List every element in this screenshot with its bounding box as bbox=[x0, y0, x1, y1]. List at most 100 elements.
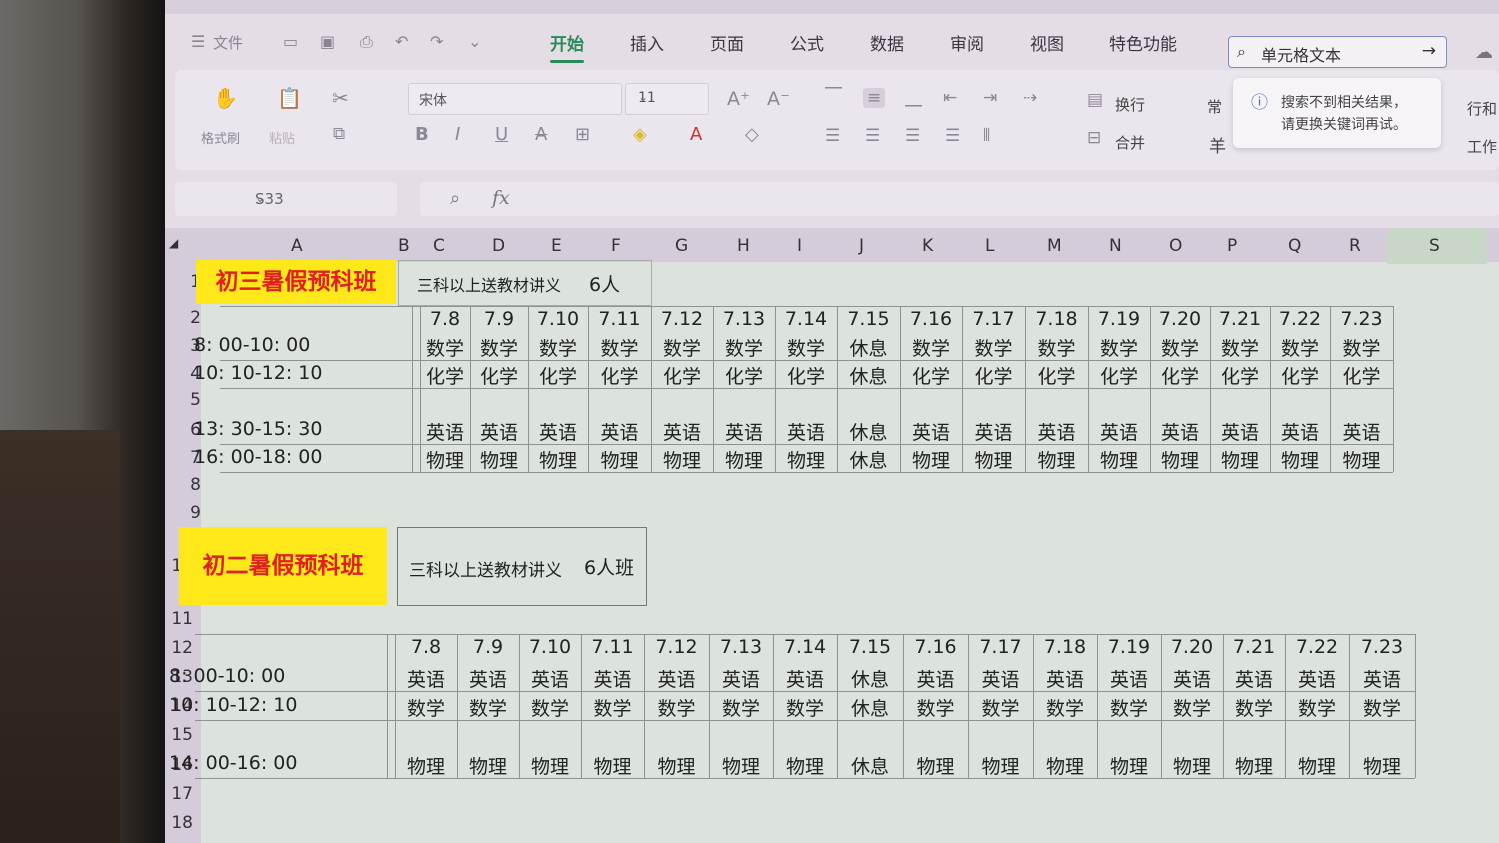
bold-icon[interactable]: B bbox=[415, 124, 429, 145]
subject-cell[interactable]: 物理 bbox=[1097, 446, 1141, 473]
column-header-S[interactable]: S bbox=[1429, 236, 1440, 256]
subject-cell[interactable]: 英语 bbox=[1170, 665, 1214, 692]
subject-cell[interactable]: 英语 bbox=[979, 665, 1023, 692]
underline-icon[interactable]: U bbox=[495, 124, 508, 145]
subject-cell[interactable]: 数学 bbox=[598, 334, 642, 361]
currency-label[interactable]: 羊 bbox=[1209, 132, 1226, 157]
subject-cell[interactable]: 数学 bbox=[979, 694, 1023, 721]
subject-cell[interactable]: 数学 bbox=[655, 694, 699, 721]
subject-cell[interactable]: 化学 bbox=[1035, 362, 1079, 389]
subject-cell[interactable]: 数学 bbox=[719, 694, 763, 721]
subject-cell[interactable]: 数学 bbox=[1232, 694, 1276, 721]
subject-cell[interactable]: 英语 bbox=[784, 418, 828, 445]
block1-size[interactable]: 6人 bbox=[589, 270, 620, 297]
subject-cell[interactable]: 英语 bbox=[909, 418, 953, 445]
subject-cell[interactable]: 化学 bbox=[1218, 362, 1262, 389]
date-cell[interactable]: 7.15 bbox=[847, 308, 891, 330]
subject-cell[interactable]: 英语 bbox=[1340, 418, 1384, 445]
row-header-9[interactable]: 9 bbox=[165, 503, 201, 523]
date-cell[interactable]: 7.9 bbox=[477, 308, 521, 330]
subject-cell[interactable]: 英语 bbox=[1107, 665, 1151, 692]
subject-cell[interactable]: 英语 bbox=[1218, 418, 1262, 445]
subject-cell[interactable]: 物理 bbox=[914, 752, 958, 779]
date-cell[interactable]: 7.11 bbox=[591, 636, 635, 658]
date-cell[interactable]: 7.22 bbox=[1278, 308, 1322, 330]
wrap-text-label[interactable]: 换行 bbox=[1115, 94, 1145, 115]
subject-cell[interactable]: 物理 bbox=[979, 752, 1023, 779]
column-header-Q[interactable]: Q bbox=[1288, 236, 1301, 256]
column-header-O[interactable]: O bbox=[1169, 236, 1182, 256]
more-chevron-icon[interactable]: ⌄ bbox=[468, 32, 481, 51]
subject-cell[interactable]: 物理 bbox=[655, 752, 699, 779]
subject-cell[interactable]: 英语 bbox=[1232, 665, 1276, 692]
subject-cell[interactable]: 数学 bbox=[784, 334, 828, 361]
subject-cell[interactable]: 数学 bbox=[1360, 694, 1404, 721]
subject-cell[interactable]: 英语 bbox=[598, 418, 642, 445]
subject-cell[interactable]: 物理 bbox=[1360, 752, 1404, 779]
subject-cell[interactable]: 数学 bbox=[1170, 694, 1214, 721]
subject-cell[interactable]: 化学 bbox=[784, 362, 828, 389]
date-cell[interactable]: 7.10 bbox=[536, 308, 580, 330]
subject-cell[interactable]: 数学 bbox=[536, 334, 580, 361]
font-name-select[interactable]: 宋体 ⌄ bbox=[408, 83, 622, 115]
subject-cell[interactable]: 物理 bbox=[660, 446, 704, 473]
subject-cell[interactable]: 化学 bbox=[909, 362, 953, 389]
subject-cell[interactable]: 休息 bbox=[847, 418, 891, 445]
subject-cell[interactable]: 物理 bbox=[1340, 446, 1384, 473]
subject-cell[interactable]: 休息 bbox=[847, 334, 891, 361]
subject-cell[interactable]: 英语 bbox=[528, 665, 572, 692]
subject-cell[interactable]: 英语 bbox=[1043, 665, 1087, 692]
column-header-N[interactable]: N bbox=[1109, 236, 1122, 256]
select-all-corner[interactable]: ◢ bbox=[169, 236, 178, 250]
subject-cell[interactable]: 数学 bbox=[1158, 334, 1202, 361]
date-cell[interactable]: 7.12 bbox=[660, 308, 704, 330]
subject-cell[interactable]: 英语 bbox=[719, 665, 763, 692]
column-header-F[interactable]: F bbox=[611, 236, 621, 256]
date-cell[interactable]: 7.20 bbox=[1170, 636, 1214, 658]
tab-insert[interactable]: 插入 bbox=[630, 30, 664, 55]
subject-cell[interactable]: 物理 bbox=[1232, 752, 1276, 779]
subject-cell[interactable]: 英语 bbox=[1035, 418, 1079, 445]
column-header-B[interactable]: B bbox=[398, 236, 410, 256]
tab-review[interactable]: 审阅 bbox=[950, 30, 984, 55]
date-cell[interactable]: 7.15 bbox=[848, 636, 892, 658]
block2-title-banner[interactable]: 初二暑假预科班 bbox=[179, 527, 387, 605]
redo-icon[interactable]: ↷ bbox=[430, 32, 443, 51]
date-cell[interactable]: 7.18 bbox=[1043, 636, 1087, 658]
decrease-font-icon[interactable]: A⁻ bbox=[767, 88, 790, 110]
align-right-icon[interactable]: ☰ bbox=[905, 126, 920, 146]
subject-cell[interactable]: 物理 bbox=[783, 752, 827, 779]
rows-cols-label[interactable]: 行和 bbox=[1467, 98, 1497, 119]
cloud-icon[interactable]: ☁ bbox=[1475, 42, 1493, 63]
subject-cell[interactable]: 数学 bbox=[591, 694, 635, 721]
column-header-M[interactable]: M bbox=[1047, 236, 1062, 256]
column-header-J[interactable]: J bbox=[859, 236, 864, 256]
subject-cell[interactable]: 化学 bbox=[536, 362, 580, 389]
date-cell[interactable]: 7.14 bbox=[784, 308, 828, 330]
tab-home[interactable]: 开始 bbox=[550, 30, 584, 63]
format-painter-icon[interactable]: ✋ bbox=[213, 86, 238, 110]
subject-cell[interactable]: 英语 bbox=[914, 665, 958, 692]
align-bottom-icon[interactable]: ⎽ bbox=[905, 88, 922, 108]
column-header-D[interactable]: D bbox=[492, 236, 505, 256]
subject-cell[interactable]: 数学 bbox=[1218, 334, 1262, 361]
time-slot-cell[interactable]: 14: 00-16: 00 bbox=[169, 752, 297, 774]
date-cell[interactable]: 7.12 bbox=[655, 636, 699, 658]
fill-color-icon[interactable]: ◈ bbox=[633, 124, 647, 145]
date-cell[interactable]: 7.17 bbox=[972, 308, 1016, 330]
subject-cell[interactable]: 英语 bbox=[423, 418, 467, 445]
subject-cell[interactable]: 物理 bbox=[598, 446, 642, 473]
worksheet-label[interactable]: 工作 bbox=[1467, 136, 1497, 157]
row-header-5[interactable]: 5 bbox=[165, 390, 201, 410]
merge-cells-label[interactable]: 合并 bbox=[1115, 132, 1145, 153]
subject-cell[interactable]: 化学 bbox=[972, 362, 1016, 389]
subject-cell[interactable]: 数学 bbox=[404, 694, 448, 721]
subject-cell[interactable]: 化学 bbox=[1340, 362, 1384, 389]
row-header-2[interactable]: 2 bbox=[165, 308, 201, 328]
tab-page[interactable]: 页面 bbox=[710, 30, 744, 55]
wrap-text-icon[interactable]: ▤ bbox=[1087, 90, 1103, 110]
time-slot-cell[interactable]: 10: 10-12: 10 bbox=[194, 362, 322, 384]
block2-size[interactable]: 6人班 bbox=[584, 553, 634, 580]
file-menu[interactable]: 文件 bbox=[213, 32, 243, 53]
number-format-select[interactable]: 常 bbox=[1207, 96, 1222, 117]
